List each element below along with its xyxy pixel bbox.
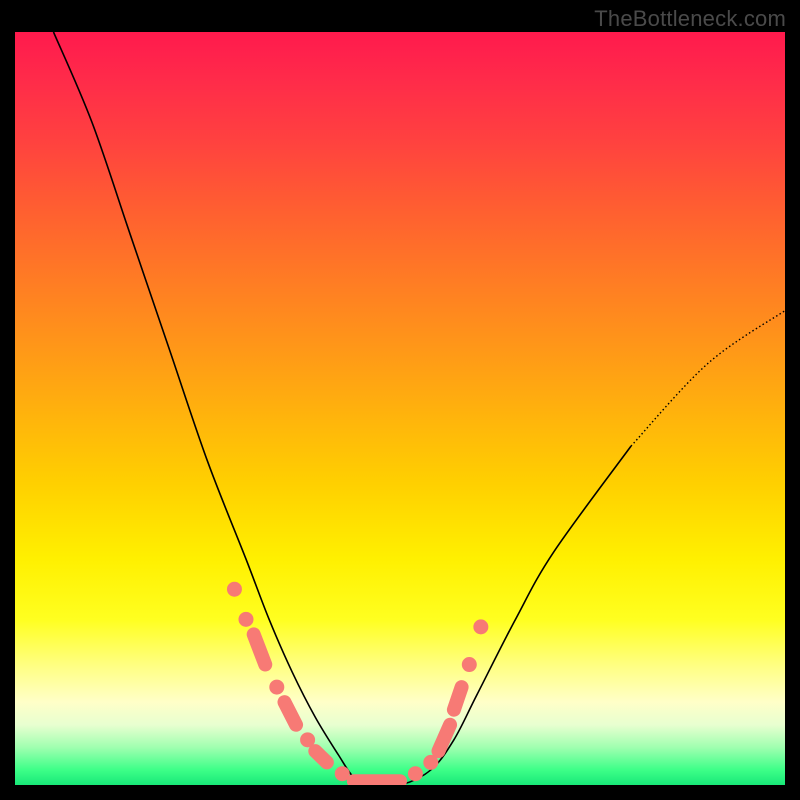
curve-marker-dot <box>474 620 488 634</box>
curve-marker-dot <box>408 767 422 781</box>
curve-marker-dot <box>335 767 349 781</box>
curve-marker-dot <box>462 658 476 672</box>
curve-marker-pill <box>254 634 266 664</box>
curve-marker-pill <box>315 751 327 762</box>
curve-right-branch <box>631 311 785 447</box>
plot-area <box>15 32 785 785</box>
curve-marker-pill <box>285 702 297 725</box>
bottleneck-curve <box>54 32 786 785</box>
chart-frame: TheBottleneck.com <box>0 0 800 800</box>
curve-left-branch <box>54 32 632 785</box>
curve-marker-dot <box>239 612 253 626</box>
curve-marker-dot <box>227 582 241 596</box>
curve-svg <box>15 32 785 785</box>
watermark-text: TheBottleneck.com <box>594 6 786 32</box>
curve-marker-dot <box>270 680 284 694</box>
curve-marker-pill <box>454 687 462 710</box>
